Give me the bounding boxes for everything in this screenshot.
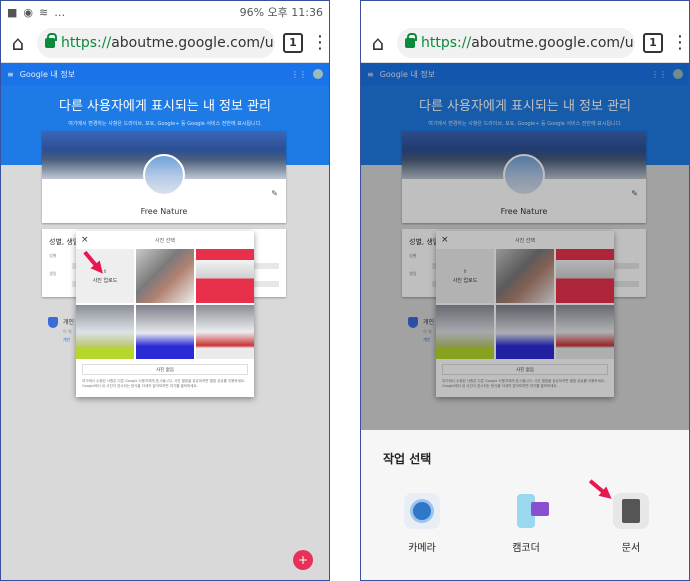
photo-thumbnail[interactable] — [196, 305, 254, 359]
profile-name: Free Nature — [140, 207, 188, 216]
google-header: ≡ Google 내 정보 ⋮⋮ — [1, 63, 329, 85]
dialog-title: 사진 선택 — [155, 237, 175, 244]
photo-picker-dialog: × 사진 선택 ⇪ 사진 업로드 사진 없음 여기에서 수정된 사항은 다른 G… — [76, 231, 254, 397]
option-camera[interactable]: 카메라 — [392, 493, 452, 554]
tab-switcher-button[interactable]: 1 — [283, 32, 303, 53]
more-vert-icon[interactable]: ⋮ — [311, 33, 329, 52]
url-text: https://aboutme.google.com/u — [421, 34, 634, 51]
close-icon[interactable]: × — [81, 235, 89, 245]
photo-thumbnail[interactable] — [196, 249, 254, 303]
address-bar[interactable]: https://aboutme.google.com/u — [397, 27, 635, 58]
shield-icon — [48, 317, 58, 328]
hamburger-icon[interactable]: ≡ — [7, 70, 14, 79]
upload-label: 사진 업로드 — [92, 277, 118, 284]
hero-title: 다른 사용자에게 표시되는 내 정보 관리 — [58, 99, 272, 114]
option-label: 카메라 — [408, 543, 436, 554]
web-page: ≡ Google 내 정보 ⋮⋮ 다른 사용자에게 표시되는 내 정보 관리 여… — [1, 63, 329, 580]
tab-switcher-button[interactable]: 1 — [643, 32, 663, 53]
privacy-label: 개인 — [63, 319, 75, 326]
sheet-title: 작업 선택 — [383, 452, 432, 466]
profile-photo[interactable] — [143, 154, 185, 196]
url-text: https://aboutme.google.com/u — [61, 34, 274, 51]
video-icon: ■ — [7, 5, 18, 19]
home-icon[interactable]: ⌂ — [7, 31, 29, 55]
add-fab-button[interactable]: + — [293, 550, 313, 570]
photo-thumbnail[interactable] — [76, 305, 134, 359]
action-chooser-sheet: 작업 선택 카메라 캠코더 문서 — [361, 430, 689, 580]
apps-grid-icon[interactable]: ⋮⋮ — [291, 70, 307, 79]
privacy-link[interactable]: 개인 — [63, 337, 74, 343]
edit-pencil-icon[interactable]: ✎ — [271, 189, 278, 198]
option-label: 캠코더 — [512, 543, 540, 554]
photo-thumbnail[interactable] — [136, 249, 194, 303]
lock-icon — [405, 32, 417, 48]
badge-icon: ◉ — [23, 5, 34, 19]
account-avatar[interactable] — [313, 69, 323, 79]
status-text: 96% 오후 11:36 — [239, 6, 323, 19]
right-phone-screen: ⌂ https://aboutme.google.com/u 1 ⋮ ≡ Goo… — [360, 0, 690, 581]
upload-photo-tile[interactable]: ⇪ 사진 업로드 — [76, 249, 134, 303]
more-vert-icon[interactable]: ⋮ — [671, 33, 689, 52]
camcorder-icon — [508, 493, 549, 529]
app-title: Google 내 정보 — [19, 69, 76, 79]
status-bar: ■ ◉ ≋ … 96% 오후 11:36 — [1, 1, 329, 23]
lock-icon — [45, 32, 57, 48]
dots-icon: … — [54, 5, 66, 19]
photo-thumbnail[interactable] — [136, 305, 194, 359]
browser-toolbar: ⌂ https://aboutme.google.com/u 1 ⋮ — [361, 23, 689, 63]
option-document[interactable]: 문서 — [601, 493, 661, 554]
dialog-note: 여기에서 수정된 사항은 다른 Google 사용자에게 표시됩니다. 사진 앨… — [82, 379, 246, 388]
document-icon — [613, 493, 649, 529]
privacy-sub: 이 위 — [63, 329, 72, 334]
profile-card: Free Nature ✎ — [42, 131, 286, 223]
home-icon[interactable]: ⌂ — [367, 31, 389, 55]
option-camcorder[interactable]: 캠코더 — [496, 493, 556, 554]
camera-icon — [404, 493, 440, 529]
no-photo-button[interactable]: 사진 없음 — [82, 364, 248, 375]
hero-subtitle: 여기에서 변경하는 사항은 드라이브, 포토, Google+ 등 Google… — [68, 121, 262, 127]
left-phone-screen: ■ ◉ ≋ … 96% 오후 11:36 ⌂ https://aboutme.g… — [0, 0, 330, 581]
dialog-header: × 사진 선택 — [76, 231, 254, 249]
privacy-row: 개인 이 위 개인 — [48, 317, 74, 343]
option-label: 문서 — [621, 543, 641, 554]
browser-toolbar: ⌂ https://aboutme.google.com/u 1 ⋮ — [1, 23, 329, 63]
address-bar[interactable]: https://aboutme.google.com/u — [37, 27, 275, 58]
wave-icon: ≋ — [39, 5, 49, 19]
